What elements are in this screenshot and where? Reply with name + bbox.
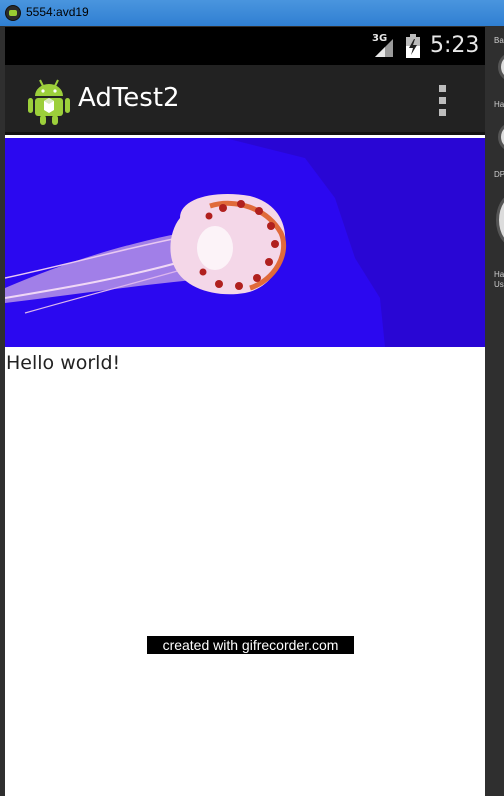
overflow-menu-button[interactable] [429, 81, 455, 121]
battery-charging-icon [406, 34, 420, 58]
side-panel-label: Ba [494, 36, 504, 45]
overflow-menu-icon [439, 85, 446, 92]
side-panel-label: Us [494, 280, 504, 289]
dpad-control[interactable] [496, 192, 504, 248]
side-panel-label: Ha [494, 100, 504, 109]
hello-world-text: Hello world! [6, 352, 121, 374]
emulator-control-panel: Ba Ha DP Ha Us [486, 26, 504, 796]
watermark-label: created with gifrecorder.com [147, 636, 354, 654]
cell-signal-icon [375, 39, 393, 57]
jellyfish-banner-image [5, 138, 485, 347]
android-robot-icon [28, 79, 70, 125]
window-title: 5554:avd19 [26, 5, 89, 19]
control-knob[interactable] [498, 122, 504, 152]
status-bar: 3G 5:23 [5, 27, 485, 65]
control-knob[interactable] [498, 52, 504, 82]
side-panel-label: Ha [494, 270, 504, 279]
app-title: AdTest2 [78, 83, 180, 113]
action-bar: AdTest2 [5, 65, 485, 135]
side-panel-label: DP [494, 170, 504, 179]
status-clock: 5:23 [430, 33, 480, 58]
window-titlebar: 5554:avd19 [0, 0, 504, 26]
emulator-icon [5, 5, 21, 21]
emulator-screen[interactable]: 3G 5:23 AdTest2 Hello world! [5, 27, 485, 796]
